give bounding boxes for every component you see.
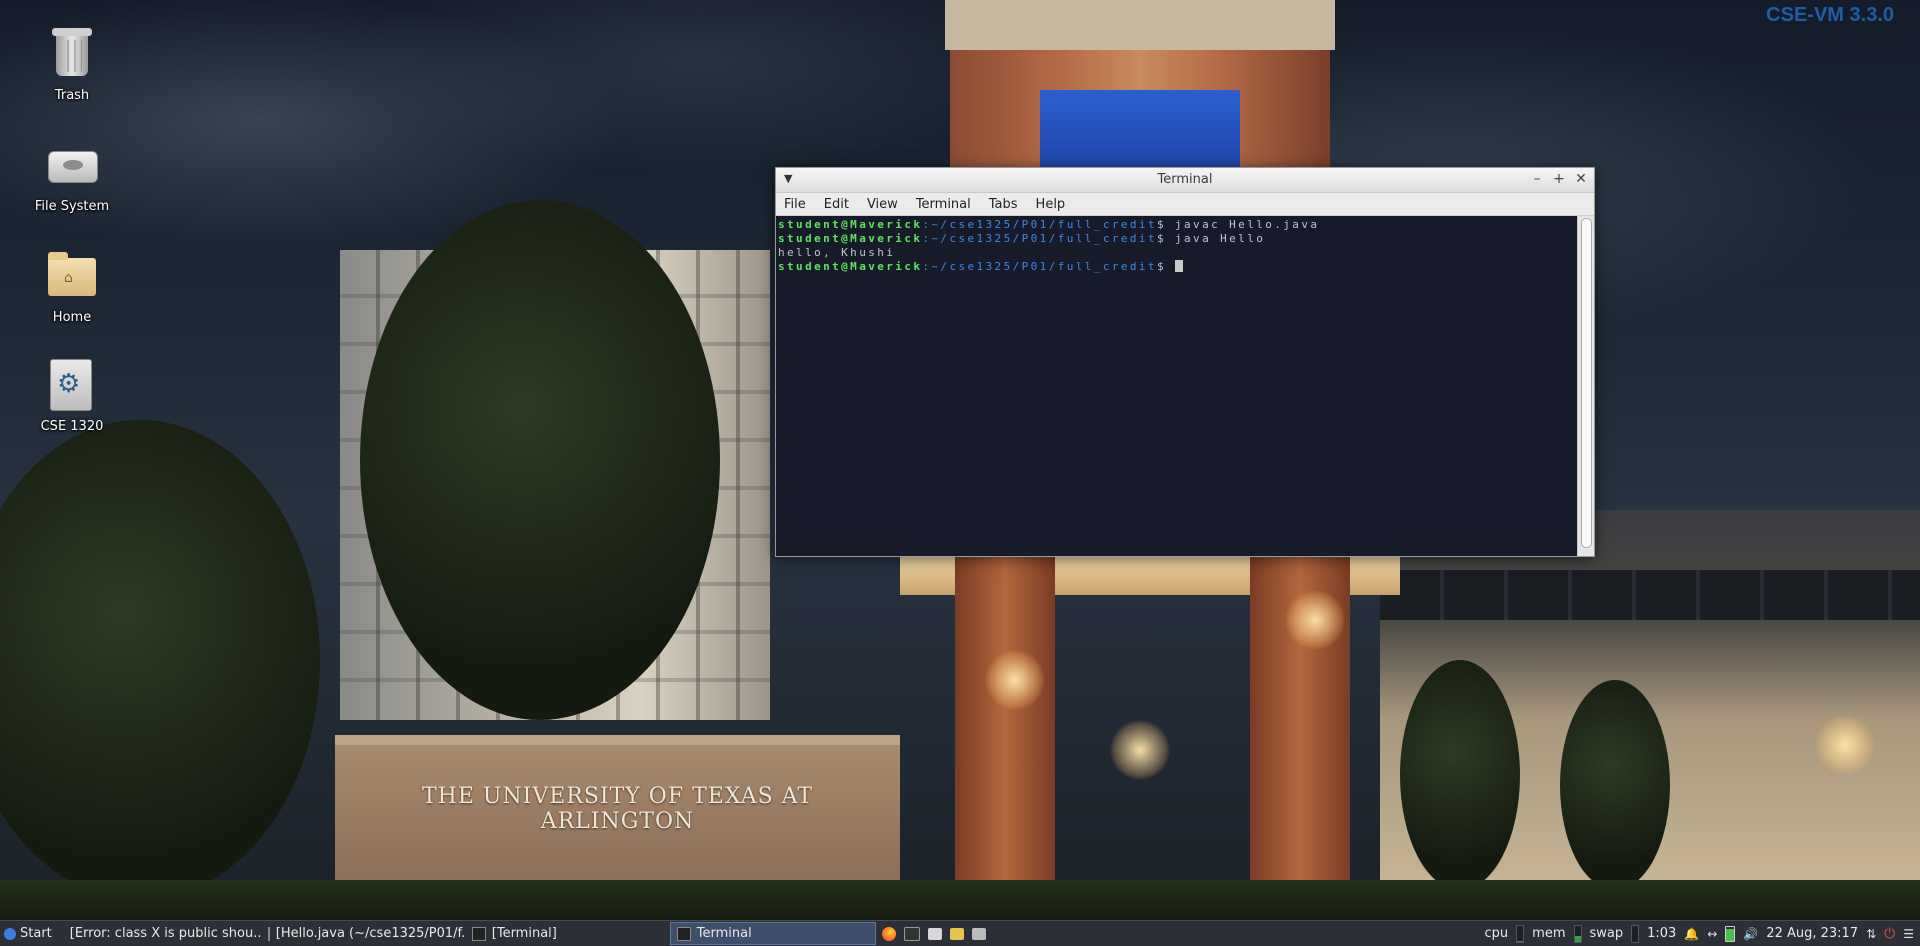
taskbar-task-terminal-active[interactable]: Terminal	[669, 922, 876, 945]
desktop-icon-trash[interactable]: Trash	[22, 26, 122, 103]
cpu-meter[interactable]	[1516, 924, 1525, 943]
menu-file[interactable]: File	[784, 197, 806, 212]
file-manager-launcher-icon[interactable]	[927, 927, 942, 940]
screenshot-launcher-icon[interactable]	[971, 927, 986, 940]
menu-help[interactable]: Help	[1036, 197, 1066, 212]
cpu-label: cpu	[1484, 926, 1509, 941]
wallpaper-tree	[360, 200, 720, 720]
terminal-line: student@Maverick:~/cse1325/P01/full_cred…	[778, 232, 1578, 246]
settings-launcher-icon: ⚙	[44, 357, 100, 413]
wallpaper-lamp	[1110, 720, 1170, 780]
maximize-icon[interactable]: +	[1552, 170, 1566, 188]
wallpaper-ground	[0, 880, 1920, 920]
taskbar-task-terminal-bg[interactable]: [Terminal]	[466, 921, 670, 946]
prompt-user: student@Maverick	[778, 232, 923, 245]
close-icon[interactable]: ✕	[1574, 170, 1588, 188]
text-cursor	[1175, 260, 1184, 272]
swap-meter[interactable]	[1631, 924, 1640, 943]
command-text: $	[1156, 260, 1176, 273]
terminal-menubar: File Edit View Terminal Tabs Help	[776, 193, 1594, 216]
wallpaper-tower-cap	[945, 0, 1335, 50]
desktop-icon-label: Trash	[54, 88, 90, 103]
terminal-window[interactable]: ▼ Terminal – + ✕ File Edit View Terminal…	[775, 167, 1595, 557]
volume-icon[interactable]: 🔊	[1743, 927, 1758, 941]
desktop-icon-file-system[interactable]: File System	[22, 137, 122, 214]
prompt-path: :~/cse1325/P01/full_credit	[922, 218, 1157, 231]
menu-edit[interactable]: Edit	[824, 197, 849, 212]
uptime-text: 1:03	[1647, 926, 1677, 941]
terminal-line: student@Maverick:~/cse1325/P01/full_cred…	[778, 260, 1578, 274]
terminal-output[interactable]: student@Maverick:~/cse1325/P01/full_cred…	[776, 216, 1578, 556]
mem-label: mem	[1532, 926, 1566, 941]
trash-icon	[44, 26, 100, 82]
drive-icon	[44, 137, 100, 193]
prompt-user: student@Maverick	[778, 218, 923, 231]
program-output: hello, Khushi	[778, 246, 896, 259]
version-badge: CSE-VM 3.3.0	[1766, 4, 1894, 26]
window-title: Terminal	[1157, 172, 1213, 187]
window-titlebar[interactable]: ▼ Terminal – + ✕	[776, 168, 1594, 193]
desktop-icon-label: CSE 1320	[40, 419, 104, 434]
prompt-user: student@Maverick	[778, 260, 923, 273]
task-label: [Terminal]	[491, 926, 557, 941]
desktop-icon-label: Home	[52, 310, 92, 325]
wallpaper-sign-text: THE UNIVERSITY OF TEXAS AT ARLINGTON	[421, 784, 814, 834]
terminal-launcher-icon[interactable]	[903, 926, 920, 941]
quick-launch	[876, 926, 992, 941]
taskbar: Start [Error: class X is public shou... …	[0, 920, 1920, 946]
task-label: Terminal	[696, 926, 752, 941]
command-text: $ java Hello	[1156, 232, 1266, 245]
start-label: Start	[20, 926, 52, 941]
wallpaper-pillar	[955, 555, 1055, 915]
terminal-line: student@Maverick:~/cse1325/P01/full_cred…	[778, 218, 1578, 232]
menu-icon[interactable]: ☰	[1903, 927, 1914, 941]
wallpaper-tree	[1560, 680, 1670, 890]
swap-label: swap	[1589, 926, 1624, 941]
mem-meter[interactable]	[1573, 924, 1582, 943]
network-updown-icon[interactable]: ⇅	[1866, 927, 1876, 941]
menu-terminal[interactable]: Terminal	[916, 197, 971, 212]
taskbar-task-firefox[interactable]: [Error: class X is public shou...	[58, 921, 262, 946]
prompt-path: :~/cse1325/P01/full_credit	[922, 232, 1157, 245]
home-folder-icon: ⌂	[44, 248, 100, 304]
start-button[interactable]: Start	[0, 921, 58, 946]
wallpaper-tree	[1400, 660, 1520, 890]
task-label: [Error: class X is public shou...	[69, 926, 262, 941]
wallpaper-lamp	[1815, 715, 1875, 775]
wallpaper-lamp	[985, 650, 1045, 710]
text-editor-launcher-icon[interactable]	[949, 927, 964, 940]
text-editor-icon	[267, 926, 270, 941]
menu-tabs[interactable]: Tabs	[989, 197, 1018, 212]
system-tray: cpu mem swap 1:03 🔔 ↔ 🔊 22 Aug, 23:17 ⇅ …	[1484, 924, 1920, 943]
wallpaper-tree	[0, 420, 320, 900]
desktop-icon-label: File System	[34, 199, 110, 214]
terminal-scrollbar[interactable]	[1577, 216, 1594, 556]
firefox-launcher-icon[interactable]	[881, 926, 896, 941]
clock[interactable]: 22 Aug, 23:17	[1766, 926, 1858, 941]
task-label: [Hello.java (~/cse1325/P01/f...	[275, 926, 466, 941]
wallpaper-lamp	[1285, 590, 1345, 650]
prompt-path: :~/cse1325/P01/full_credit	[922, 260, 1157, 273]
menu-view[interactable]: View	[867, 197, 898, 212]
terminal-line: hello, Khushi	[778, 246, 1578, 260]
desktop-icon-cse-1320[interactable]: ⚙ CSE 1320	[22, 357, 122, 434]
taskbar-task-editor[interactable]: [Hello.java (~/cse1325/P01/f...	[262, 921, 466, 946]
network-icon[interactable]: ↔	[1707, 927, 1717, 941]
scrollbar-thumb[interactable]	[1581, 218, 1592, 548]
minimize-icon[interactable]: –	[1530, 170, 1544, 188]
command-text: $ javac Hello.java	[1156, 218, 1320, 231]
desktop-icon-home[interactable]: ⌂ Home	[22, 248, 122, 325]
notification-bell-icon[interactable]: 🔔	[1684, 927, 1699, 941]
battery-icon[interactable]	[1725, 925, 1736, 942]
start-icon	[4, 927, 16, 940]
terminal-icon	[471, 926, 486, 941]
power-icon[interactable]: ⏻	[1884, 926, 1895, 942]
terminal-icon	[676, 926, 691, 941]
